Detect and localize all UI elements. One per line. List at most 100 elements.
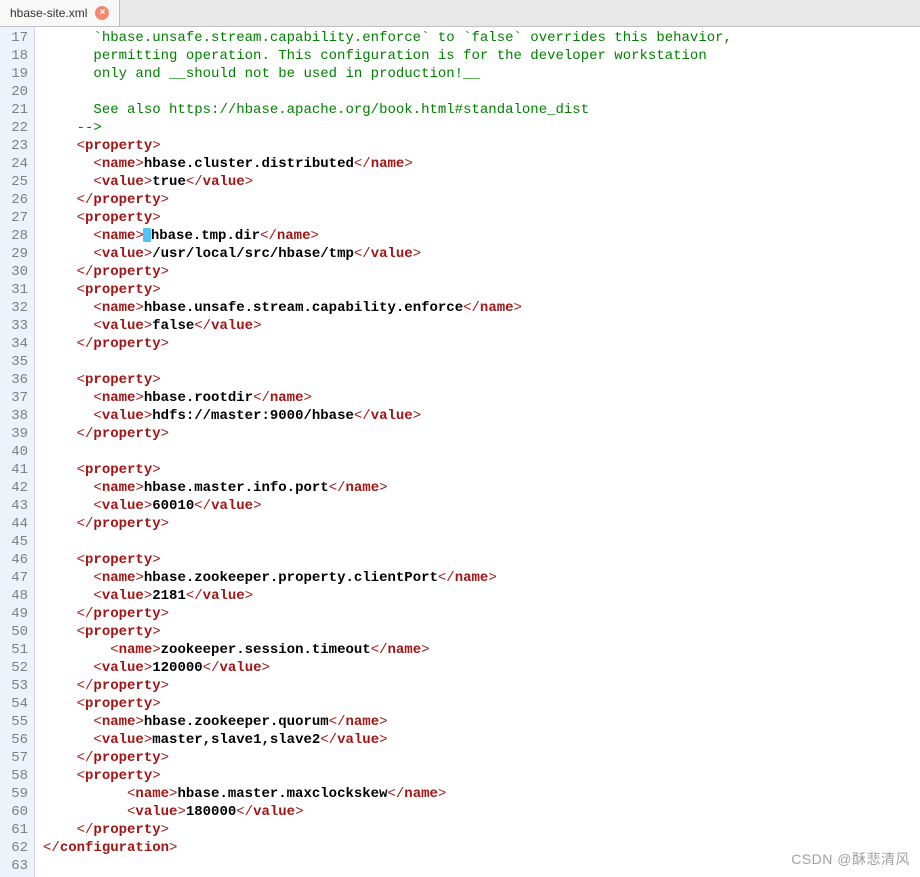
line-number: 55 (0, 713, 28, 731)
code-editor[interactable]: 1718192021222324252627282930313233343536… (0, 27, 920, 877)
line-number: 39 (0, 425, 28, 443)
code-line: </property> (43, 515, 732, 533)
code-line: <property> (43, 461, 732, 479)
code-line: <name>hbase.master.maxclockskew</name> (43, 785, 732, 803)
line-number: 24 (0, 155, 28, 173)
line-number: 57 (0, 749, 28, 767)
code-line: `hbase.unsafe.stream.capability.enforce`… (43, 29, 732, 47)
close-icon[interactable]: × (95, 6, 109, 20)
code-line: <name>hbase.master.info.port</name> (43, 479, 732, 497)
line-number: 54 (0, 695, 28, 713)
line-number: 58 (0, 767, 28, 785)
line-number: 40 (0, 443, 28, 461)
line-number: 23 (0, 137, 28, 155)
code-line: <name>hbase.rootdir</name> (43, 389, 732, 407)
line-number: 19 (0, 65, 28, 83)
line-number: 60 (0, 803, 28, 821)
code-line: only and __should not be used in product… (43, 65, 732, 83)
line-number: 61 (0, 821, 28, 839)
line-number: 48 (0, 587, 28, 605)
line-number: 32 (0, 299, 28, 317)
code-line: <name>hbase.cluster.distributed</name> (43, 155, 732, 173)
code-line: <value>false</value> (43, 317, 732, 335)
line-number: 35 (0, 353, 28, 371)
watermark: CSDN @酥悲清风 (791, 849, 910, 869)
code-line (43, 443, 732, 461)
line-number: 31 (0, 281, 28, 299)
code-line: <name>hbase.zookeeper.property.clientPor… (43, 569, 732, 587)
line-number: 29 (0, 245, 28, 263)
line-number: 53 (0, 677, 28, 695)
code-line: </property> (43, 677, 732, 695)
tab-filename: hbase-site.xml (10, 6, 87, 20)
code-line: <value>true</value> (43, 173, 732, 191)
code-line (43, 353, 732, 371)
line-number: 47 (0, 569, 28, 587)
code-line: <name>hbase.zookeeper.quorum</name> (43, 713, 732, 731)
code-line: </property> (43, 335, 732, 353)
code-line: <property> (43, 371, 732, 389)
line-number: 20 (0, 83, 28, 101)
code-line: </property> (43, 605, 732, 623)
line-number: 33 (0, 317, 28, 335)
line-number: 25 (0, 173, 28, 191)
code-line: <property> (43, 695, 732, 713)
code-line: <property> (43, 281, 732, 299)
code-line: <value>/usr/local/src/hbase/tmp</value> (43, 245, 732, 263)
line-number: 44 (0, 515, 28, 533)
line-number: 59 (0, 785, 28, 803)
line-number: 27 (0, 209, 28, 227)
code-line: <property> (43, 623, 732, 641)
line-number: 18 (0, 47, 28, 65)
code-line: </property> (43, 191, 732, 209)
line-number: 36 (0, 371, 28, 389)
line-number: 63 (0, 857, 28, 875)
line-number: 51 (0, 641, 28, 659)
code-line (43, 83, 732, 101)
code-area[interactable]: `hbase.unsafe.stream.capability.enforce`… (35, 27, 732, 877)
code-line: </property> (43, 749, 732, 767)
line-number: 52 (0, 659, 28, 677)
code-line: <property> (43, 551, 732, 569)
tab-hbase-site[interactable]: hbase-site.xml × (0, 0, 120, 26)
line-number-gutter: 1718192021222324252627282930313233343536… (0, 27, 35, 877)
line-number: 46 (0, 551, 28, 569)
code-line (43, 533, 732, 551)
line-number: 37 (0, 389, 28, 407)
code-line: <name>hbase.unsafe.stream.capability.enf… (43, 299, 732, 317)
code-line: </configuration> (43, 839, 732, 857)
code-line: <property> (43, 137, 732, 155)
line-number: 17 (0, 29, 28, 47)
line-number: 21 (0, 101, 28, 119)
tab-bar: hbase-site.xml × (0, 0, 920, 27)
line-number: 42 (0, 479, 28, 497)
code-line: <value>120000</value> (43, 659, 732, 677)
text-caret (143, 228, 151, 242)
code-line: <name>hbase.tmp.dir</name> (43, 227, 732, 245)
line-number: 62 (0, 839, 28, 857)
line-number: 50 (0, 623, 28, 641)
line-number: 30 (0, 263, 28, 281)
code-line: <name>zookeeper.session.timeout</name> (43, 641, 732, 659)
code-line: </property> (43, 821, 732, 839)
line-number: 49 (0, 605, 28, 623)
line-number: 22 (0, 119, 28, 137)
code-line (43, 857, 732, 875)
code-line: </property> (43, 425, 732, 443)
code-line: <value>2181</value> (43, 587, 732, 605)
code-line: See also https://hbase.apache.org/book.h… (43, 101, 732, 119)
line-number: 41 (0, 461, 28, 479)
code-line: </property> (43, 263, 732, 281)
line-number: 43 (0, 497, 28, 515)
code-line: <property> (43, 767, 732, 785)
line-number: 26 (0, 191, 28, 209)
line-number: 28 (0, 227, 28, 245)
code-line: <property> (43, 209, 732, 227)
line-number: 34 (0, 335, 28, 353)
code-line: <value>180000</value> (43, 803, 732, 821)
code-line: --> (43, 119, 732, 137)
code-line: permitting operation. This configuration… (43, 47, 732, 65)
code-line: <value>60010</value> (43, 497, 732, 515)
line-number: 45 (0, 533, 28, 551)
code-line: <value>master,slave1,slave2</value> (43, 731, 732, 749)
